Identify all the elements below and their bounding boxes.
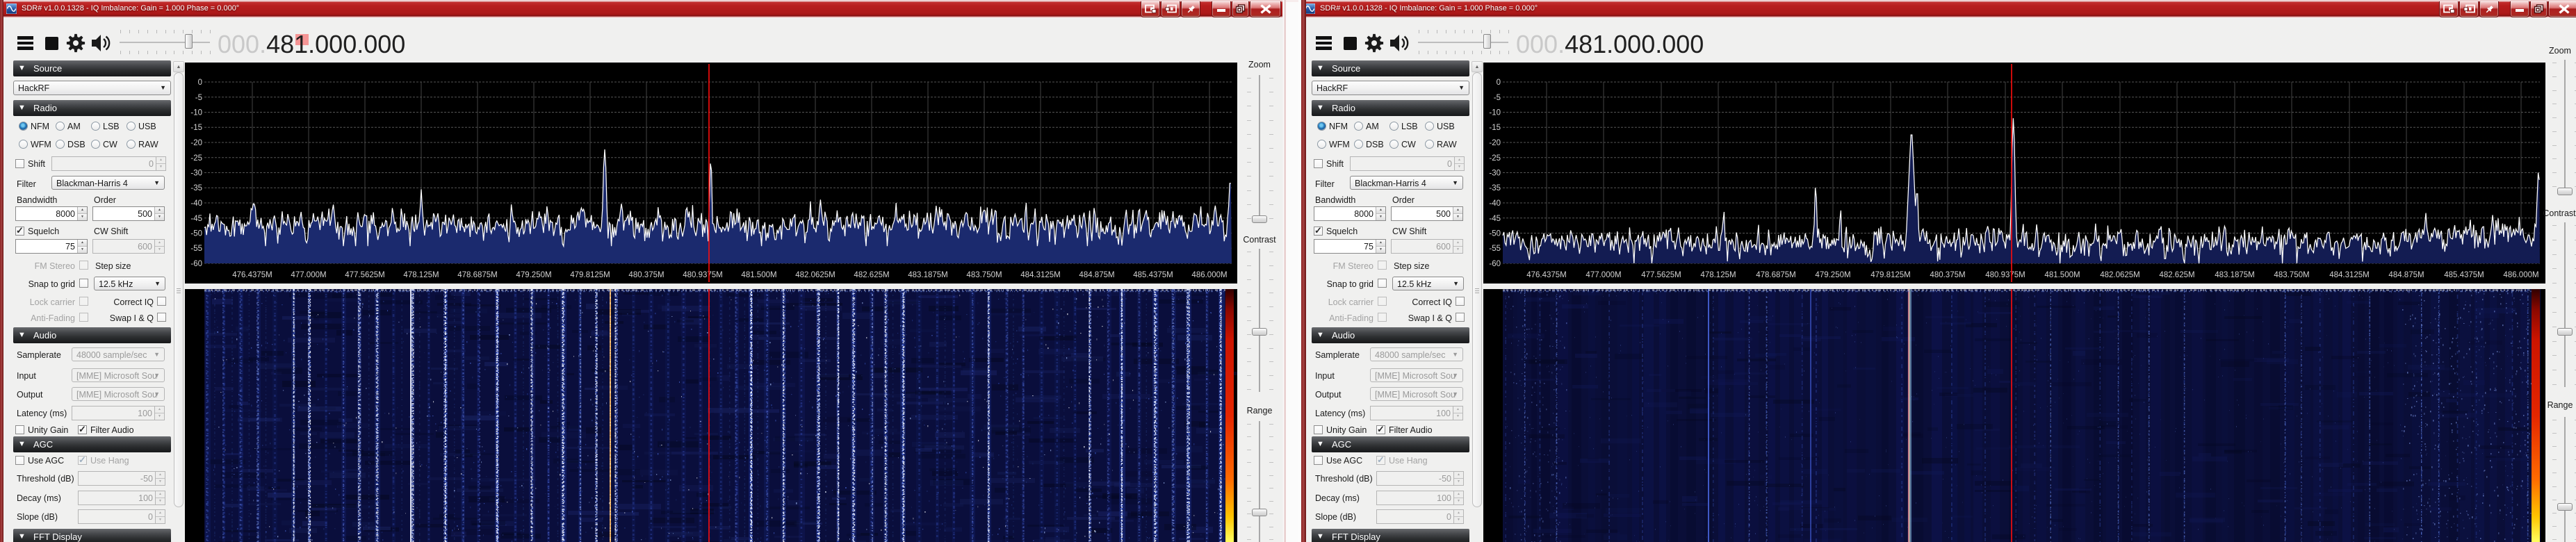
svg-text:-50: -50 [190, 230, 202, 238]
svg-text:-55: -55 [1489, 245, 1501, 253]
svg-text:484.3125M: 484.3125M [2329, 271, 2370, 279]
svg-text:477.000M: 477.000M [291, 271, 326, 279]
svg-text:480.375M: 480.375M [1930, 271, 1965, 279]
svg-text:-50: -50 [1489, 230, 1501, 238]
svg-text:478.125M: 478.125M [1700, 271, 1736, 279]
svg-text:-60: -60 [1489, 260, 1501, 268]
svg-text:478.6875M: 478.6875M [1756, 271, 1796, 279]
svg-text:477.5625M: 477.5625M [345, 271, 385, 279]
svg-text:481.500M: 481.500M [2044, 271, 2080, 279]
svg-text:477.000M: 477.000M [1585, 271, 1621, 279]
svg-text:-40: -40 [1489, 199, 1501, 208]
svg-text:479.250M: 479.250M [1815, 271, 1850, 279]
svg-text:-45: -45 [1489, 215, 1501, 223]
svg-text:481.500M: 481.500M [741, 271, 776, 279]
svg-text:479.8125M: 479.8125M [570, 271, 610, 279]
svg-text:-5: -5 [195, 94, 202, 102]
svg-text:479.8125M: 479.8125M [1870, 271, 1911, 279]
svg-text:477.5625M: 477.5625M [1641, 271, 1681, 279]
svg-text:480.375M: 480.375M [628, 271, 664, 279]
svg-text:-25: -25 [190, 154, 202, 163]
svg-text:483.1875M: 483.1875M [2215, 271, 2255, 279]
svg-text:482.0625M: 482.0625M [795, 271, 835, 279]
svg-text:-20: -20 [1489, 139, 1501, 147]
svg-text:-20: -20 [190, 139, 202, 147]
svg-text:-40: -40 [190, 199, 202, 208]
svg-text:485.4375M: 485.4375M [2444, 271, 2484, 279]
svg-text:-15: -15 [190, 124, 202, 132]
svg-text:-35: -35 [190, 184, 202, 192]
svg-text:-55: -55 [190, 245, 202, 253]
svg-text:486.000M: 486.000M [1191, 271, 1227, 279]
svg-text:480.9375M: 480.9375M [1985, 271, 2025, 279]
svg-text:-10: -10 [190, 109, 202, 117]
svg-text:-5: -5 [1494, 94, 1501, 102]
svg-text:484.875M: 484.875M [1079, 271, 1114, 279]
svg-text:0: 0 [198, 79, 202, 87]
svg-text:-10: -10 [1489, 109, 1501, 117]
svg-text:485.4375M: 485.4375M [1133, 271, 1173, 279]
svg-text:-45: -45 [190, 215, 202, 223]
svg-text:484.875M: 484.875M [2388, 271, 2424, 279]
svg-text:486.000M: 486.000M [2503, 271, 2538, 279]
svg-text:-30: -30 [190, 170, 202, 178]
svg-text:476.4375M: 476.4375M [1526, 271, 1567, 279]
svg-text:0: 0 [1497, 79, 1501, 87]
svg-text:478.125M: 478.125M [403, 271, 439, 279]
svg-text:479.250M: 479.250M [516, 271, 551, 279]
svg-text:482.625M: 482.625M [2159, 271, 2194, 279]
svg-text:482.0625M: 482.0625M [2100, 271, 2140, 279]
svg-text:483.750M: 483.750M [966, 271, 1002, 279]
svg-text:484.3125M: 484.3125M [1020, 271, 1061, 279]
svg-text:480.9375M: 480.9375M [683, 271, 723, 279]
svg-text:-60: -60 [190, 260, 202, 268]
svg-text:482.625M: 482.625M [854, 271, 889, 279]
svg-text:-30: -30 [1489, 170, 1501, 178]
svg-text:-25: -25 [1489, 154, 1501, 163]
svg-text:483.750M: 483.750M [2274, 271, 2309, 279]
svg-text:483.1875M: 483.1875M [908, 271, 948, 279]
svg-text:-35: -35 [1489, 184, 1501, 192]
svg-text:478.6875M: 478.6875M [457, 271, 498, 279]
svg-text:476.4375M: 476.4375M [232, 271, 272, 279]
svg-text:-15: -15 [1489, 124, 1501, 132]
